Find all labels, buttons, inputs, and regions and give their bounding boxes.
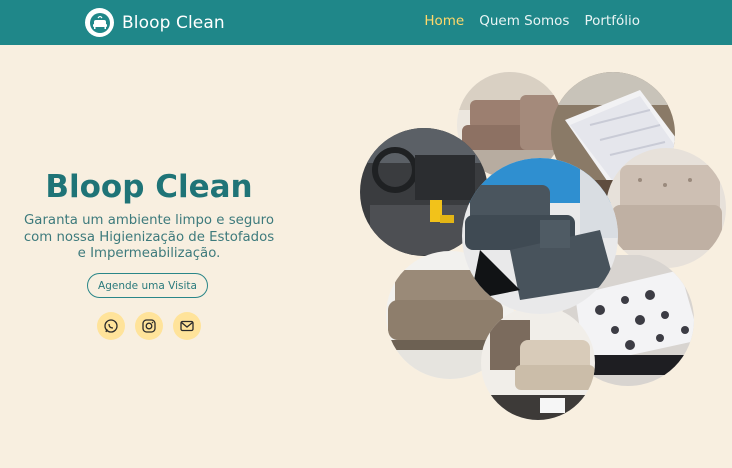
photo-collage xyxy=(360,72,726,420)
sofa-beige-tufted-photo xyxy=(606,148,726,268)
